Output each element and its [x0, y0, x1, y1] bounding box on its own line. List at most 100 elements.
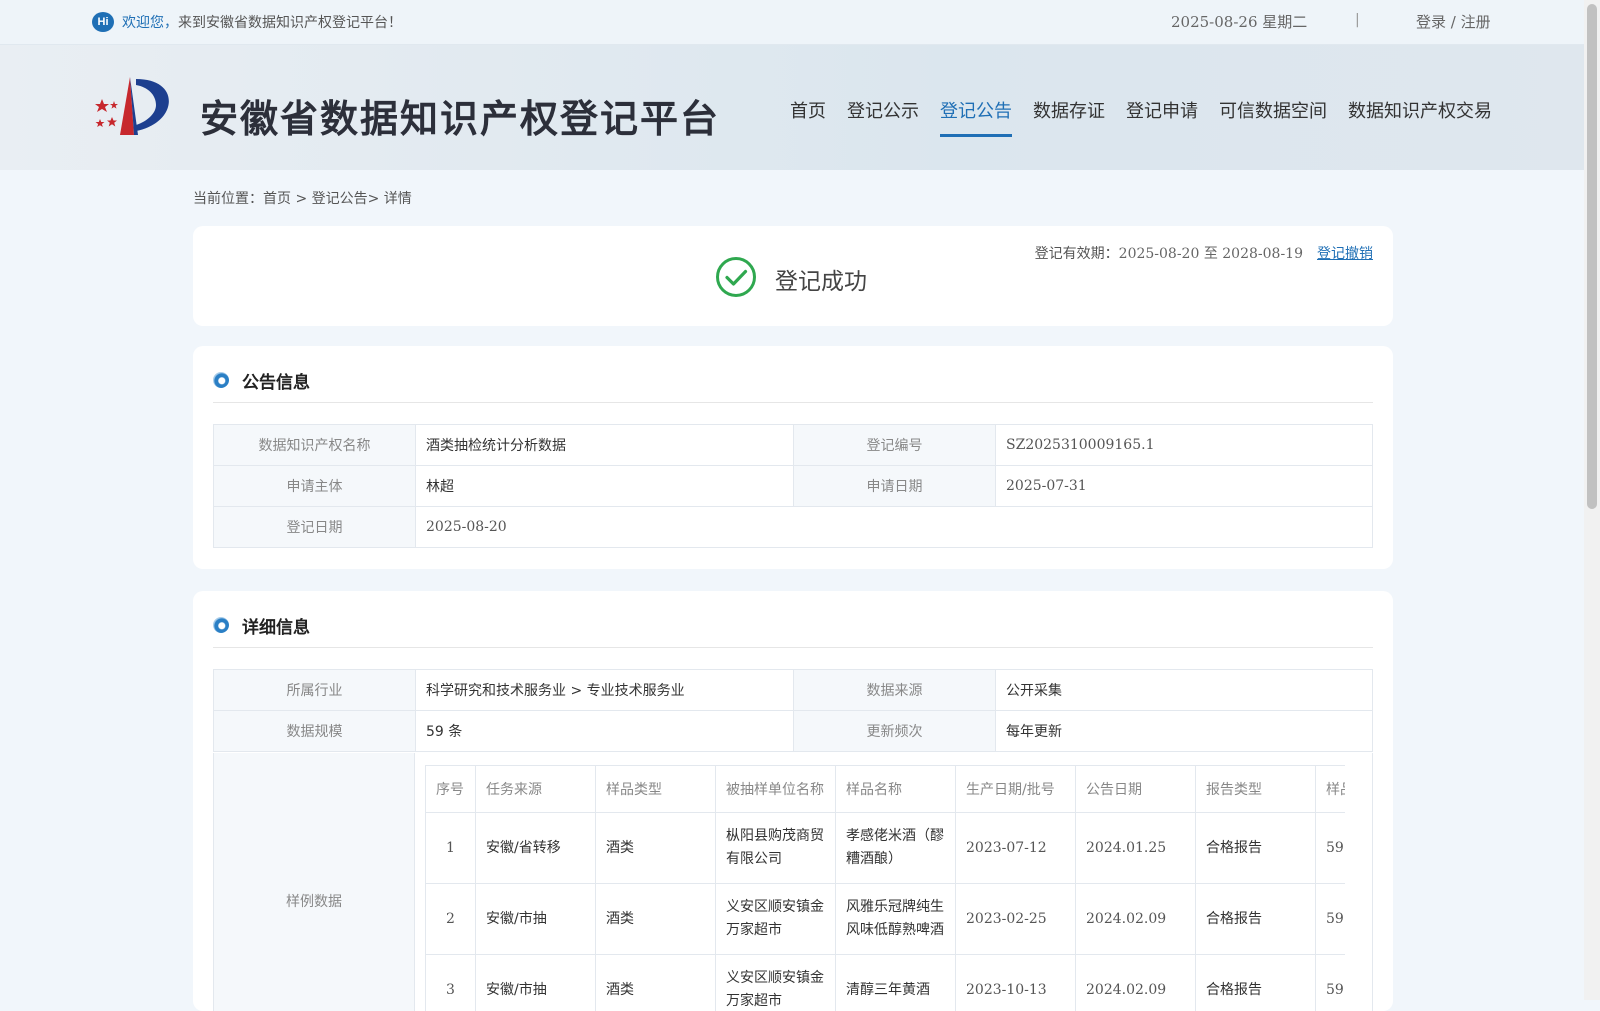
table-cell: 59 — [1316, 955, 1346, 1011]
detail-info-section: 详细信息 所属行业 科学研究和技术服务业 > 专业技术服务业 数据来源 公开采集… — [193, 591, 1393, 1011]
registration-status-card: 登记有效期：2025-08-20 至 2028-08-19 登记撤销 登记成功 — [193, 226, 1393, 326]
table-cell: 安徽/市抽 — [476, 884, 596, 955]
table-header-row: 序号 任务来源 样品类型 被抽样单位名称 样品名称 生产日期/批号 公告日期 报… — [426, 766, 1346, 813]
table-cell: 1 — [426, 813, 476, 884]
main-nav: 首页 登记公示 登记公告 数据存证 登记申请 可信数据空间 数据知识产权交易 — [769, 97, 1492, 137]
revoke-registration-link[interactable]: 登记撤销 — [1317, 243, 1373, 263]
table-cell: 2023-07-12 — [956, 813, 1076, 884]
nav-registration-announcement[interactable]: 登记公告 — [940, 97, 1012, 137]
section-bullet-icon — [213, 372, 229, 388]
field-label: 数据规模 — [214, 711, 416, 752]
update-frequency-value: 每年更新 — [996, 711, 1373, 752]
sample-table-scroll[interactable]: 序号 任务来源 样品类型 被抽样单位名称 样品名称 生产日期/批号 公告日期 报… — [425, 765, 1345, 1011]
breadcrumb: 当前位置：首页 > 登记公告> 详情 — [193, 188, 412, 208]
section-header: 详细信息 — [213, 607, 1373, 648]
table-cell: 2023-02-25 — [956, 884, 1076, 955]
data-scale-value: 59 条 — [416, 711, 794, 752]
table-cell: 安徽/省转移 — [476, 813, 596, 884]
validity-value: 2025-08-20 至 2028-08-19 — [1119, 246, 1303, 262]
column-header: 被抽样单位名称 — [716, 766, 836, 813]
table-cell: 酒类 — [596, 955, 716, 1011]
nav-home[interactable]: 首页 — [790, 97, 826, 137]
field-label: 登记编号 — [794, 425, 996, 466]
nav-data-ip-trading[interactable]: 数据知识产权交易 — [1348, 97, 1492, 137]
column-header: 序号 — [426, 766, 476, 813]
column-header: 公告日期 — [1076, 766, 1196, 813]
login-register-link[interactable]: 登录 / 注册 — [1416, 11, 1491, 32]
column-header: 任务来源 — [476, 766, 596, 813]
data-ip-name-value: 酒类抽检统计分析数据 — [416, 425, 794, 466]
nav-registration-application[interactable]: 登记申请 — [1126, 97, 1198, 137]
table-cell: 合格报告 — [1196, 955, 1316, 1011]
top-bar: Hi 欢迎您， 来到安徽省数据知识产权登记平台！ 2025-08-26 星期二 … — [0, 0, 1584, 45]
announcement-info-section: 公告信息 数据知识产权名称 酒类抽检统计分析数据 登记编号 SZ20253100… — [193, 346, 1393, 569]
table-cell: 合格报告 — [1196, 813, 1316, 884]
table-cell: 2024.01.25 — [1076, 813, 1196, 884]
field-label: 数据来源 — [794, 670, 996, 711]
site-header: 安徽省数据知识产权登记平台 首页 登记公示 登记公告 数据存证 登记申请 可信数… — [0, 45, 1584, 170]
success-check-icon — [715, 256, 757, 298]
table-cell: 酒类 — [596, 813, 716, 884]
field-label: 样例数据 — [214, 891, 414, 911]
sample-data-table: 序号 任务来源 样品类型 被抽样单位名称 样品名称 生产日期/批号 公告日期 报… — [425, 765, 1345, 1011]
column-header: 样品 — [1316, 766, 1346, 813]
platform-logo-icon — [90, 71, 178, 141]
table-cell: 义安区顺安镇金万家超市 — [716, 884, 836, 955]
welcome-message: 来到安徽省数据知识产权登记平台！ — [178, 12, 402, 32]
current-date: 2025-08-26 星期二 — [1171, 11, 1307, 32]
table-cell: 孝感佬米酒（醪糟酒酿） — [836, 813, 956, 884]
table-row: 1 安徽/省转移 酒类 枞阳县购茂商贸有限公司 孝感佬米酒（醪糟酒酿） 2023… — [426, 813, 1346, 884]
table-cell: 2 — [426, 884, 476, 955]
registration-date-value: 2025-08-20 — [416, 507, 1373, 548]
column-header: 生产日期/批号 — [956, 766, 1076, 813]
section-title: 公告信息 — [242, 368, 310, 393]
table-cell: 59 — [1316, 884, 1346, 955]
table-cell: 2023-10-13 — [956, 955, 1076, 1011]
validity-label: 登记有效期： — [1035, 246, 1119, 262]
table-cell: 59 — [1316, 813, 1346, 884]
industry-value: 科学研究和技术服务业 > 专业技术服务业 — [416, 670, 794, 711]
field-label: 申请日期 — [794, 466, 996, 507]
section-title: 详细信息 — [242, 613, 310, 638]
data-source-value: 公开采集 — [996, 670, 1373, 711]
site-title: 安徽省数据知识产权登记平台 — [200, 88, 720, 143]
section-bullet-icon — [213, 617, 229, 633]
table-cell: 枞阳县购茂商贸有限公司 — [716, 813, 836, 884]
registration-success-text: 登记成功 — [775, 262, 867, 296]
apply-date-value: 2025-07-31 — [996, 466, 1373, 507]
table-row: 2 安徽/市抽 酒类 义安区顺安镇金万家超市 风雅乐冠牌纯生风味低醇熟啤酒 20… — [426, 884, 1346, 955]
table-cell: 清醇三年黄酒 — [836, 955, 956, 1011]
nav-data-evidence[interactable]: 数据存证 — [1033, 97, 1105, 137]
welcome-text: 欢迎您， — [122, 12, 178, 32]
nav-trusted-data-space[interactable]: 可信数据空间 — [1219, 97, 1327, 137]
table-cell: 安徽/市抽 — [476, 955, 596, 1011]
table-cell: 合格报告 — [1196, 884, 1316, 955]
table-row: 3 安徽/市抽 酒类 义安区顺安镇金万家超市 清醇三年黄酒 2023-10-13… — [426, 955, 1346, 1011]
column-header: 样品名称 — [836, 766, 956, 813]
table-cell: 酒类 — [596, 884, 716, 955]
field-label: 更新频次 — [794, 711, 996, 752]
topbar-divider: | — [1355, 12, 1360, 28]
table-cell: 风雅乐冠牌纯生风味低醇熟啤酒 — [836, 884, 956, 955]
table-cell: 3 — [426, 955, 476, 1011]
field-label: 登记日期 — [214, 507, 416, 548]
section-header: 公告信息 — [213, 362, 1373, 403]
nav-registration-publicity[interactable]: 登记公示 — [847, 97, 919, 137]
table-cell: 义安区顺安镇金万家超市 — [716, 955, 836, 1011]
table-cell: 2024.02.09 — [1076, 955, 1196, 1011]
page-scrollbar[interactable] — [1584, 0, 1600, 1000]
column-header: 报告类型 — [1196, 766, 1316, 813]
table-cell: 2024.02.09 — [1076, 884, 1196, 955]
detail-info-table: 所属行业 科学研究和技术服务业 > 专业技术服务业 数据来源 公开采集 数据规模… — [213, 669, 1373, 752]
field-label: 所属行业 — [214, 670, 416, 711]
field-label: 数据知识产权名称 — [214, 425, 416, 466]
announcement-info-table: 数据知识产权名称 酒类抽检统计分析数据 登记编号 SZ2025310009165… — [213, 424, 1373, 548]
column-header: 样品类型 — [596, 766, 716, 813]
hi-badge-icon: Hi — [92, 12, 114, 32]
field-label: 申请主体 — [214, 466, 416, 507]
scrollbar-thumb[interactable] — [1587, 4, 1597, 509]
sample-data-label-cell: 样例数据 — [213, 753, 415, 1011]
applicant-value: 林超 — [416, 466, 794, 507]
validity-period: 登记有效期：2025-08-20 至 2028-08-19 — [1035, 243, 1303, 263]
registration-number-value: SZ2025310009165.1 — [996, 425, 1373, 466]
